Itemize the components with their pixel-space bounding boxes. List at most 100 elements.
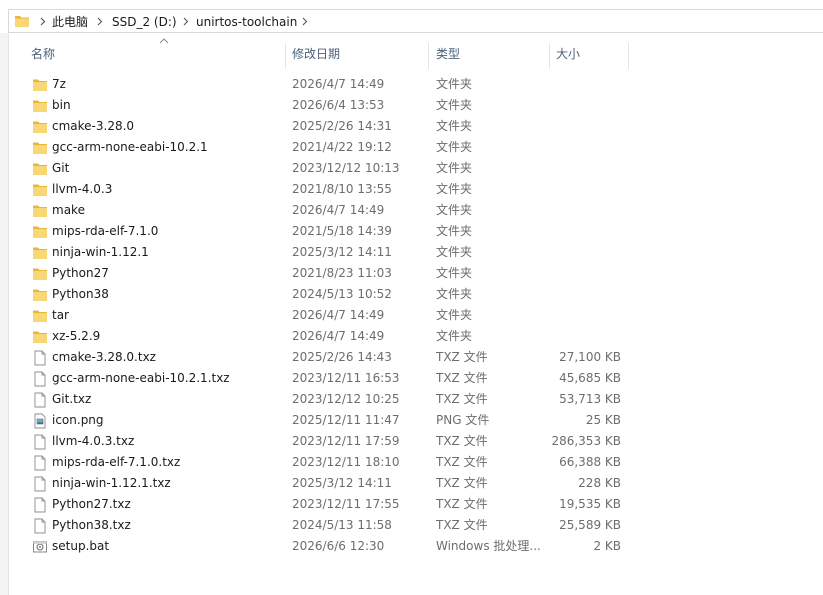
file-name: make — [52, 203, 85, 217]
file-row[interactable]: Python27 2021/8/23 11:03 文件夹 — [9, 263, 629, 284]
file-name: bin — [52, 98, 71, 112]
file-row[interactable]: Git 2023/12/12 10:13 文件夹 — [9, 158, 629, 179]
file-type: 文件夹 — [436, 119, 473, 133]
image-file-icon — [32, 413, 48, 429]
file-icon — [32, 371, 48, 387]
file-modified-date: 2023/12/11 17:55 — [292, 497, 400, 511]
folder-icon — [32, 161, 48, 177]
file-modified-date: 2024/5/13 11:58 — [292, 518, 392, 532]
column-divider[interactable] — [628, 43, 629, 69]
folder-icon — [32, 224, 48, 240]
navigation-pane-edge[interactable] — [0, 33, 9, 595]
file-modified-date: 2025/2/26 14:43 — [292, 350, 392, 364]
chevron-right-icon[interactable] — [300, 15, 310, 27]
file-type: 文件夹 — [436, 245, 473, 259]
column-divider[interactable] — [549, 43, 550, 69]
file-row[interactable]: llvm-4.0.3 2021/8/10 13:55 文件夹 — [9, 179, 629, 200]
file-row[interactable]: Python27.txz 2023/12/11 17:55 TXZ 文件 19,535… — [9, 494, 629, 515]
file-type: PNG 文件 — [436, 413, 490, 427]
batch-file-icon — [32, 539, 48, 555]
column-divider[interactable] — [428, 43, 429, 69]
file-type: 文件夹 — [436, 98, 473, 112]
file-icon — [32, 392, 48, 408]
file-row[interactable]: gcc-arm-none-eabi-10.2.1.txz 2023/12/11 1… — [9, 368, 629, 389]
file-name: xz-5.2.9 — [52, 329, 101, 343]
file-name: ninja-win-1.12.1.txz — [52, 476, 171, 490]
file-modified-date: 2023/12/11 18:10 — [292, 455, 400, 469]
file-type: 文件夹 — [436, 329, 473, 343]
chevron-right-icon[interactable] — [181, 15, 191, 27]
folder-icon — [32, 266, 48, 282]
file-row[interactable]: 7z 2026/4/7 14:49 文件夹 — [9, 74, 629, 95]
file-name: Git.txz — [52, 392, 92, 406]
folder-icon — [32, 308, 48, 324]
file-list: 7z 2026/4/7 14:49 文件夹 bin 2026/6/4 13:53 文件夹… — [9, 74, 823, 557]
file-modified-date: 2026/4/7 14:49 — [292, 329, 385, 343]
file-row[interactable]: make 2026/4/7 14:49 文件夹 — [9, 200, 629, 221]
file-row[interactable]: ninja-win-1.12.1.txz 2025/3/12 14:11 TXZ 文… — [9, 473, 629, 494]
file-row[interactable]: Git.txz 2023/12/12 10:25 TXZ 文件 53,713 KB — [9, 389, 629, 410]
file-type: 文件夹 — [436, 182, 473, 196]
file-icon — [32, 350, 48, 366]
file-name: ninja-win-1.12.1 — [52, 245, 149, 259]
file-row[interactable]: icon.png 2025/12/11 11:47 PNG 文件 25 KB — [9, 410, 629, 431]
file-type: TXZ 文件 — [436, 350, 488, 364]
file-modified-date: 2023/12/11 16:53 — [292, 371, 400, 385]
file-icon — [32, 455, 48, 471]
file-type: 文件夹 — [436, 308, 473, 322]
file-row[interactable]: Python38 2024/5/13 10:52 文件夹 — [9, 284, 629, 305]
column-size[interactable]: 大小 — [556, 40, 628, 70]
file-row[interactable]: ninja-win-1.12.1 2025/3/12 14:11 文件夹 — [9, 242, 629, 263]
folder-icon — [32, 329, 48, 345]
folder-icon — [32, 287, 48, 303]
file-row[interactable]: cmake-3.28.0 2025/2/26 14:31 文件夹 — [9, 116, 629, 137]
file-modified-date: 2026/4/7 14:49 — [292, 308, 385, 322]
file-size: 53,713 KB — [559, 392, 621, 406]
file-row[interactable]: cmake-3.28.0.txz 2025/2/26 14:43 TXZ 文件 27,… — [9, 347, 629, 368]
breadcrumb-current-folder[interactable]: unirtos-toolchain — [196, 14, 297, 30]
file-name: mips-rda-elf-7.1.0 — [52, 224, 159, 238]
file-row[interactable]: mips-rda-elf-7.1.0.txz 2023/12/11 18:10 TX… — [9, 452, 629, 473]
file-modified-date: 2026/6/6 12:30 — [292, 539, 385, 553]
file-row[interactable]: Python38.txz 2024/5/13 11:58 TXZ 文件 25,589 … — [9, 515, 629, 536]
file-name: Python27 — [52, 266, 109, 280]
file-name: llvm-4.0.3.txz — [52, 434, 135, 448]
chevron-right-icon[interactable] — [95, 15, 105, 27]
column-type[interactable]: 类型 — [436, 40, 549, 70]
file-modified-date: 2026/6/4 13:53 — [292, 98, 385, 112]
file-size: 66,388 KB — [559, 455, 621, 469]
file-modified-date: 2021/8/10 13:55 — [292, 182, 392, 196]
folder-icon — [32, 119, 48, 135]
column-name[interactable]: 名称 — [31, 40, 285, 70]
file-name: 7z — [52, 77, 66, 91]
file-modified-date: 2023/12/12 10:13 — [292, 161, 400, 175]
file-type: TXZ 文件 — [436, 455, 488, 469]
file-type: TXZ 文件 — [436, 476, 488, 490]
file-row[interactable]: llvm-4.0.3.txz 2023/12/11 17:59 TXZ 文件 286,… — [9, 431, 629, 452]
file-icon — [32, 434, 48, 450]
file-row[interactable]: tar 2026/4/7 14:49 文件夹 — [9, 305, 629, 326]
file-name: setup.bat — [52, 539, 110, 553]
breadcrumb-this-pc[interactable]: 此电脑 — [52, 14, 88, 30]
file-size: 286,353 KB — [551, 434, 621, 448]
file-row[interactable]: bin 2026/6/4 13:53 文件夹 — [9, 95, 629, 116]
file-modified-date: 2025/3/12 14:11 — [292, 476, 392, 490]
file-icon — [32, 497, 48, 513]
file-row[interactable]: xz-5.2.9 2026/4/7 14:49 文件夹 — [9, 326, 629, 347]
breadcrumb-drive[interactable]: SSD_2 (D:) — [112, 14, 177, 30]
chevron-right-icon[interactable] — [38, 15, 48, 27]
column-divider[interactable] — [285, 43, 286, 69]
folder-icon — [32, 77, 48, 93]
file-row[interactable]: gcc-arm-none-eabi-10.2.1 2021/4/22 19:12 文… — [9, 137, 629, 158]
address-bar[interactable]: 此电脑 SSD_2 (D:) unirtos-toolchain — [8, 9, 823, 33]
file-size: 25 KB — [585, 413, 621, 427]
file-row[interactable]: setup.bat 2026/6/6 12:30 Windows 批处理... 2 K… — [9, 536, 629, 557]
folder-icon — [32, 140, 48, 156]
file-modified-date: 2023/12/11 17:59 — [292, 434, 400, 448]
file-modified-date: 2025/3/12 14:11 — [292, 245, 392, 259]
file-type: 文件夹 — [436, 203, 473, 217]
file-modified-date: 2025/2/26 14:31 — [292, 119, 392, 133]
column-modified[interactable]: 修改日期 — [292, 40, 428, 70]
file-row[interactable]: mips-rda-elf-7.1.0 2021/5/18 14:39 文件夹 — [9, 221, 629, 242]
file-type: TXZ 文件 — [436, 497, 488, 511]
